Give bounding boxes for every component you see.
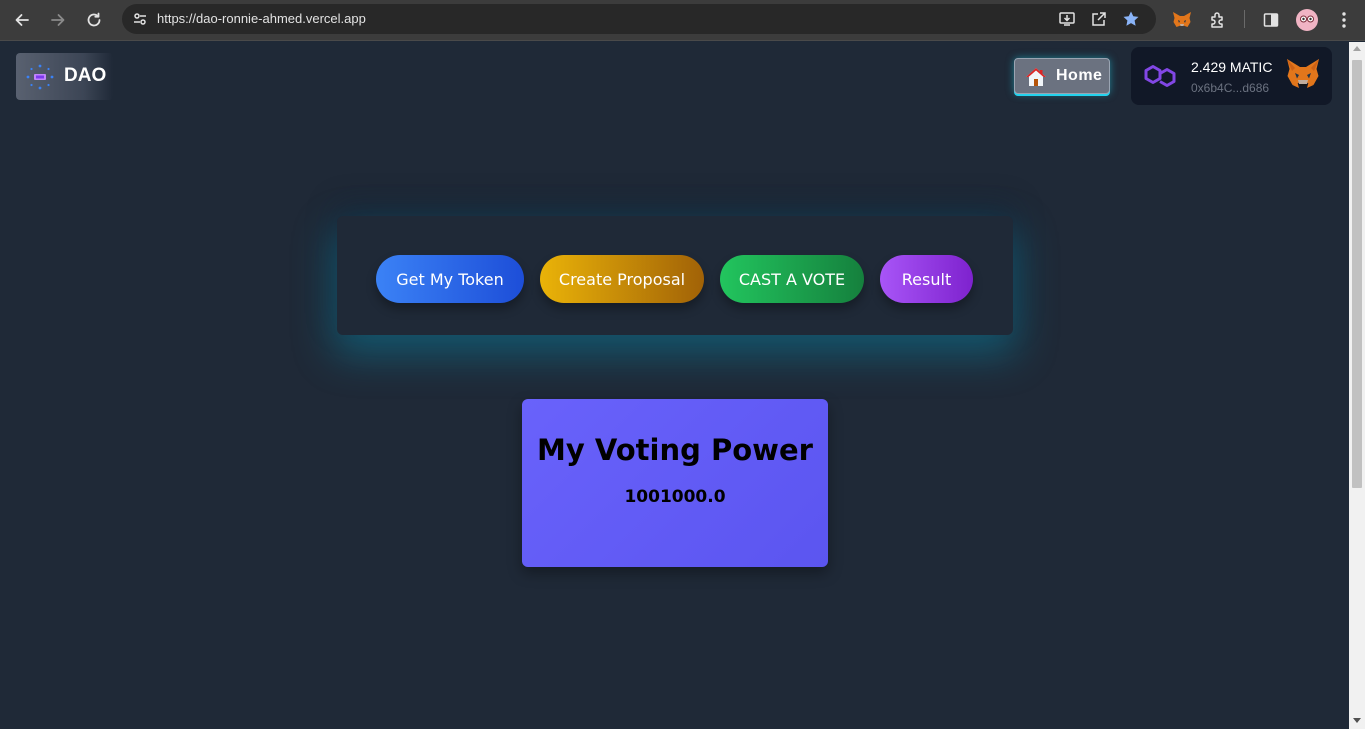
scroll-down-arrow-icon[interactable] (1353, 718, 1361, 723)
home-button-label: Home (1056, 67, 1103, 84)
install-app-icon[interactable] (1056, 8, 1078, 30)
actions-panel: Get My Token Create Proposal CAST A VOTE… (337, 216, 1013, 335)
voting-power-card: My Voting Power 1001000.0 (522, 399, 828, 567)
wallet-address: 0x6b4C...d686 (1191, 81, 1270, 95)
house-icon (1025, 67, 1047, 87)
browser-toolbar: https://dao-ronnie-ahmed.vercel.app (0, 0, 1365, 41)
page-scrollbar[interactable] (1349, 42, 1365, 729)
wallet-connect-button[interactable]: 2.429 MATIC 0x6b4C...d686 (1131, 47, 1332, 105)
wallet-balance: 2.429 MATIC (1191, 59, 1273, 75)
metamask-extension-icon[interactable] (1169, 7, 1195, 33)
create-proposal-button[interactable]: Create Proposal (540, 255, 704, 303)
metamask-fox-icon (1285, 58, 1321, 92)
voting-power-value: 1001000.0 (624, 487, 726, 507)
toolbar-divider (1244, 10, 1245, 28)
share-icon[interactable] (1088, 8, 1110, 30)
side-panel-icon[interactable] (1258, 7, 1284, 33)
page-viewport: DAO Home 2.429 MATIC 0x6b4C...d686 Get M… (0, 42, 1349, 729)
dao-logo[interactable]: DAO (16, 53, 113, 100)
site-settings-icon[interactable] (128, 7, 152, 31)
home-button[interactable]: Home (1014, 58, 1110, 94)
voting-power-title: My Voting Power (537, 433, 813, 467)
result-button[interactable]: Result (880, 255, 973, 303)
more-menu-icon[interactable] (1331, 7, 1357, 33)
scroll-thumb[interactable] (1352, 60, 1362, 488)
address-bar[interactable]: https://dao-ronnie-ahmed.vercel.app (122, 4, 1156, 34)
forward-arrow-icon[interactable] (46, 8, 70, 32)
extensions-puzzle-icon[interactable] (1205, 7, 1231, 33)
polygon-icon (1143, 61, 1177, 91)
bookmark-star-icon[interactable] (1120, 8, 1142, 30)
logo-text: DAO (64, 65, 107, 86)
dao-logo-icon (24, 63, 56, 91)
profile-avatar-icon[interactable] (1294, 7, 1320, 33)
url-text: https://dao-ronnie-ahmed.vercel.app (157, 11, 366, 26)
get-my-token-button[interactable]: Get My Token (376, 255, 524, 303)
back-arrow-icon[interactable] (10, 8, 34, 32)
cast-a-vote-button[interactable]: CAST A VOTE (720, 255, 864, 303)
scroll-up-arrow-icon[interactable] (1353, 46, 1361, 51)
reload-icon[interactable] (82, 8, 106, 32)
